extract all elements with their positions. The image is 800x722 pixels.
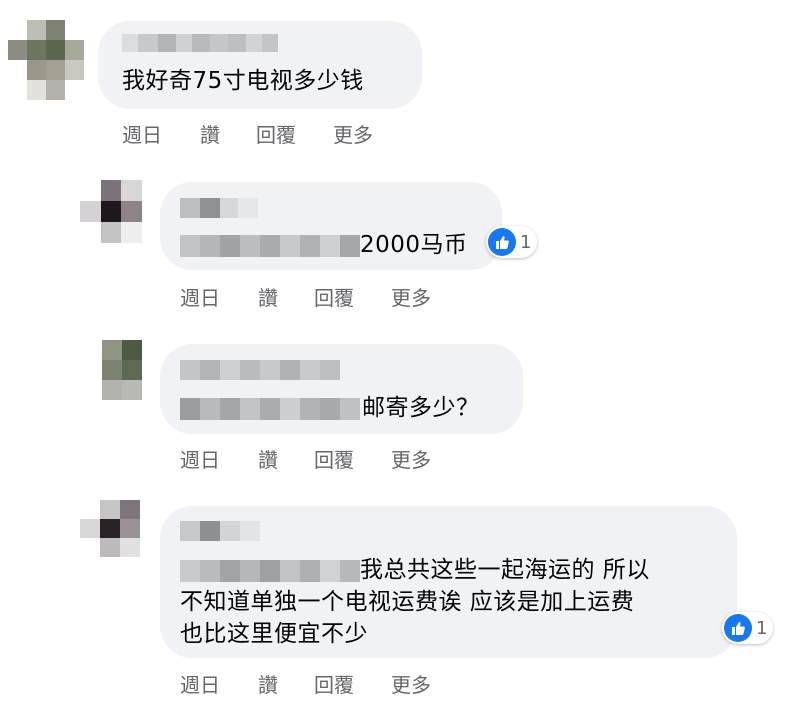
avatar[interactable] [8,20,84,100]
reply-button[interactable]: 回覆 [314,669,391,698]
comment-actions: 週日 讚 回覆 更多 [180,282,431,311]
comment-timestamp[interactable]: 週日 [180,282,258,311]
commenter-name[interactable] [180,521,260,541]
avatar[interactable] [80,180,162,264]
mentioned-user[interactable] [180,560,360,582]
comment-text-line: 不知道单独一个电视运费诶 应该是加上运费 [180,589,635,615]
mentioned-user[interactable] [180,398,360,420]
commenter-name[interactable] [180,198,258,218]
more-button[interactable]: 更多 [333,119,373,148]
reply-button[interactable]: 回覆 [314,444,391,473]
comment-timestamp[interactable]: 週日 [180,669,258,698]
comment-text: 我好奇75寸电视多少钱 [122,68,364,94]
reply-button[interactable]: 回覆 [256,119,333,148]
mentioned-user[interactable] [180,235,360,257]
more-button[interactable]: 更多 [391,669,431,698]
commenter-name[interactable] [180,360,340,380]
like-button[interactable]: 讚 [200,119,256,148]
comment-actions: 週日 讚 回覆 更多 [180,669,431,698]
like-icon [724,614,752,642]
reaction-count[interactable]: 1 [722,612,774,644]
like-button[interactable]: 讚 [258,669,314,698]
comment-text: 邮寄多少？ [362,395,480,421]
comment-timestamp[interactable]: 週日 [180,444,258,473]
avatar[interactable] [82,340,162,400]
comment-text: 2000马币 [360,232,468,258]
avatar[interactable] [80,500,160,576]
comment-actions: 週日 讚 回覆 更多 [180,444,431,473]
reaction-count[interactable]: 1 [486,226,538,258]
more-button[interactable]: 更多 [391,282,431,311]
like-button[interactable]: 讚 [258,282,314,311]
like-icon [488,228,516,256]
comment-actions: 週日 讚 回覆 更多 [122,119,373,148]
comment-text-line: 也比这里便宜不少 [180,621,368,647]
commenter-name[interactable] [122,34,278,52]
like-button[interactable]: 讚 [258,444,314,473]
comment-text-line: 我总共这些一起海运的 所以 [360,557,650,583]
comment-timestamp[interactable]: 週日 [122,119,200,148]
reply-button[interactable]: 回覆 [314,282,391,311]
more-button[interactable]: 更多 [391,444,431,473]
